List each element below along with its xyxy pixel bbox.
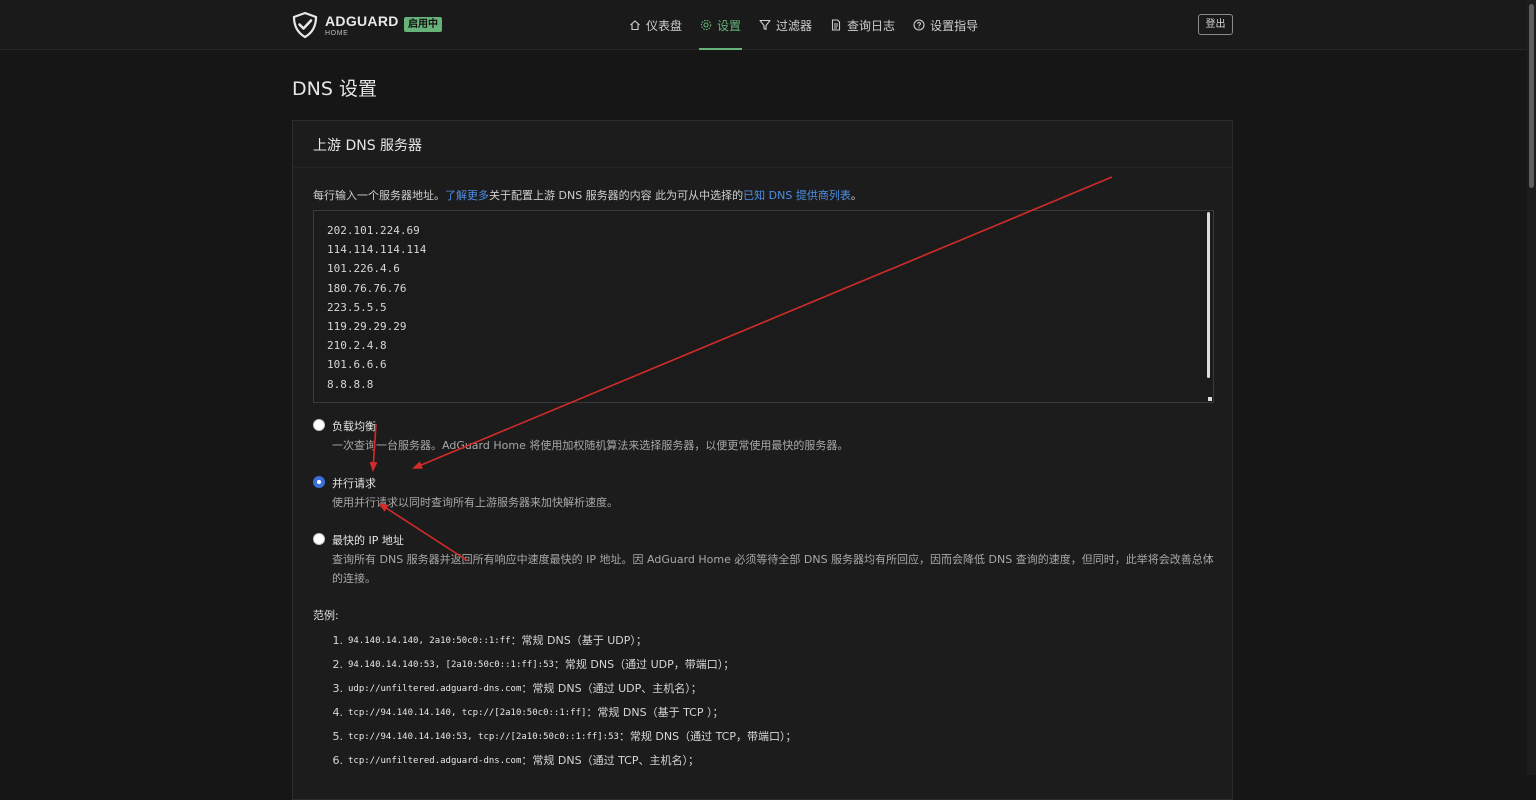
textarea-resize-handle[interactable] xyxy=(1208,397,1212,401)
example-code: tcp://unfiltered.adguard-dns.com xyxy=(348,756,522,766)
list-item: 5. tcp://94.140.14.140:53, tcp://[2a10:50… xyxy=(313,725,797,749)
upstream-server-line: 101.6.6.6 xyxy=(327,358,387,372)
example-number: 5. xyxy=(332,730,344,743)
logout-button[interactable]: 登出 xyxy=(1198,14,1233,35)
learn-more-link[interactable]: 了解更多 xyxy=(445,189,489,202)
mode-description: 使用并行请求以同时查询所有上游服务器来加快解析速度。 xyxy=(332,496,618,509)
example-text: ：常规 DNS（基于 TCP ）； xyxy=(586,706,724,719)
example-number: 6. xyxy=(332,754,344,767)
nav-dashboard[interactable]: 仪表盘 xyxy=(620,0,691,50)
nav-dashboard-label: 仪表盘 xyxy=(646,18,683,33)
page-scrollbar-thumb[interactable] xyxy=(1529,4,1534,188)
upstream-server-line: 119.29.29.29 xyxy=(327,320,407,334)
mode-load-balancing[interactable]: 负载均衡 一次查询一台服务器。AdGuard Home 将使用加权随机算法来选择… xyxy=(313,418,1218,458)
example-code: 94.140.14.140:53, [2a10:50c0::1:ff]:53 xyxy=(348,660,554,670)
shield-check-icon xyxy=(292,11,318,39)
example-code: udp://unfiltered.adguard-dns.com xyxy=(348,684,522,694)
page-title: DNS 设置 xyxy=(292,78,377,100)
example-text: ：常规 DNS（通过 UDP，带端口）； xyxy=(553,658,735,671)
card-title: 上游 DNS 服务器 xyxy=(313,138,423,154)
protection-status-badge: 启用中 xyxy=(404,17,442,32)
upstream-dns-card: 上游 DNS 服务器 每行输入一个服务器地址。了解更多关于配置上游 DNS 服务… xyxy=(292,120,1233,800)
upstream-help-text: 每行输入一个服务器地址。了解更多关于配置上游 DNS 服务器的内容 此为可从中选… xyxy=(313,187,862,203)
list-item: 1. 94.140.14.140, 2a10:50c0::1:ff ：常规 DNS（… xyxy=(313,629,797,653)
example-number: 1. xyxy=(332,634,344,647)
mode-parallel-requests[interactable]: 并行请求 使用并行请求以同时查询所有上游服务器来加快解析速度。 xyxy=(313,475,1218,515)
help-middle: 关于配置上游 DNS 服务器的内容 此为可从中选择的 xyxy=(489,189,744,202)
page-scrollbar[interactable] xyxy=(1527,0,1536,775)
radio-load-balancing[interactable] xyxy=(313,419,325,431)
help-prefix: 每行输入一个服务器地址。 xyxy=(313,189,445,202)
list-item: 4. tcp://94.140.14.140, tcp://[2a10:50c0:… xyxy=(313,701,797,725)
help-icon xyxy=(913,19,925,31)
list-item: 6. tcp://unfiltered.adguard-dns.com ：常规 DN… xyxy=(313,749,797,773)
mode-label: 负载均衡 xyxy=(332,420,376,433)
example-number: 2. xyxy=(332,658,344,671)
nav-setup-guide[interactable]: 设置指导 xyxy=(904,0,987,50)
known-dns-providers-link[interactable]: 已知 DNS 提供商列表 xyxy=(743,189,851,202)
mode-fastest-ip[interactable]: 最快的 IP 地址 查询所有 DNS 服务器并返回所有响应中速度最快的 IP 地… xyxy=(313,532,1218,592)
mode-label: 最快的 IP 地址 xyxy=(332,534,404,547)
upstream-server-line: 210.2.4.8 xyxy=(327,339,387,353)
nav-query-log-label: 查询日志 xyxy=(847,18,896,33)
upstream-server-line: 8.8.8.8 xyxy=(327,377,374,391)
nav-query-log[interactable]: 查询日志 xyxy=(821,0,904,50)
upstream-server-line: 180.76.76.76 xyxy=(327,281,407,295)
upstream-server-line: 101.226.4.6 xyxy=(327,262,400,276)
mode-description: 一次查询一台服务器。AdGuard Home 将使用加权随机算法来选择服务器，以… xyxy=(332,439,849,452)
nav-setup-guide-label: 设置指导 xyxy=(930,18,979,33)
examples-title: 范例: xyxy=(313,609,339,622)
example-text: ：常规 DNS（基于 UDP）； xyxy=(510,634,647,647)
example-number: 4. xyxy=(332,706,344,719)
example-number: 3. xyxy=(332,682,344,695)
adguard-logo[interactable]: ADGUARD HOME xyxy=(291,11,399,39)
list-item: 2. 94.140.14.140:53, [2a10:50c0::1:ff]:53… xyxy=(313,653,797,677)
radio-parallel-requests[interactable] xyxy=(313,476,325,488)
filter-icon xyxy=(759,19,771,31)
logo-sub: HOME xyxy=(325,29,349,37)
example-code: tcp://94.140.14.140, tcp://[2a10:50c0::1… xyxy=(348,708,587,718)
help-suffix: 。 xyxy=(850,189,862,202)
mode-description: 查询所有 DNS 服务器并返回所有响应中速度最快的 IP 地址。因 AdGuar… xyxy=(332,553,1214,585)
example-text: ：常规 DNS（通过 TCP、主机名）； xyxy=(521,754,699,767)
main-nav: 仪表盘 设置 过滤器 查询日志 设置指导 xyxy=(620,0,987,50)
radio-fastest-ip[interactable] xyxy=(313,533,325,545)
nav-settings-label: 设置 xyxy=(717,18,742,33)
example-text: ：常规 DNS（通过 UDP、主机名）； xyxy=(521,682,702,695)
nav-settings[interactable]: 设置 xyxy=(691,0,750,50)
upstream-server-line: 202.101.224.69 xyxy=(327,224,420,237)
upstream-servers-textarea[interactable]: 202.101.224.69 114.114.114.114 101.226.4… xyxy=(313,210,1214,403)
mode-label: 并行请求 xyxy=(332,477,376,490)
upstream-server-line: 114.114.114.114 xyxy=(327,243,427,257)
example-text: ：常规 DNS（通过 TCP，带端口）； xyxy=(618,730,797,743)
list-item: 3. udp://unfiltered.adguard-dns.com ：常规 DN… xyxy=(313,677,797,701)
top-navbar: ADGUARD HOME 启用中 仪表盘 设置 过滤器 查询日志 设置指导 登出 xyxy=(0,0,1536,50)
nav-filters[interactable]: 过滤器 xyxy=(750,0,821,50)
gear-icon xyxy=(700,19,712,31)
card-divider xyxy=(293,167,1232,168)
example-code: tcp://94.140.14.140:53, tcp://[2a10:50c0… xyxy=(348,732,619,742)
example-code: 94.140.14.140, 2a10:50c0::1:ff xyxy=(348,636,511,646)
home-icon xyxy=(630,20,640,31)
upstream-server-line: 223.5.5.5 xyxy=(327,300,387,314)
document-icon xyxy=(831,19,841,31)
logo-name: ADGUARD xyxy=(325,12,399,29)
nav-filters-label: 过滤器 xyxy=(776,18,813,33)
examples-list: 1. 94.140.14.140, 2a10:50c0::1:ff ：常规 DNS（… xyxy=(313,629,797,773)
textarea-scrollbar[interactable] xyxy=(1207,212,1210,378)
